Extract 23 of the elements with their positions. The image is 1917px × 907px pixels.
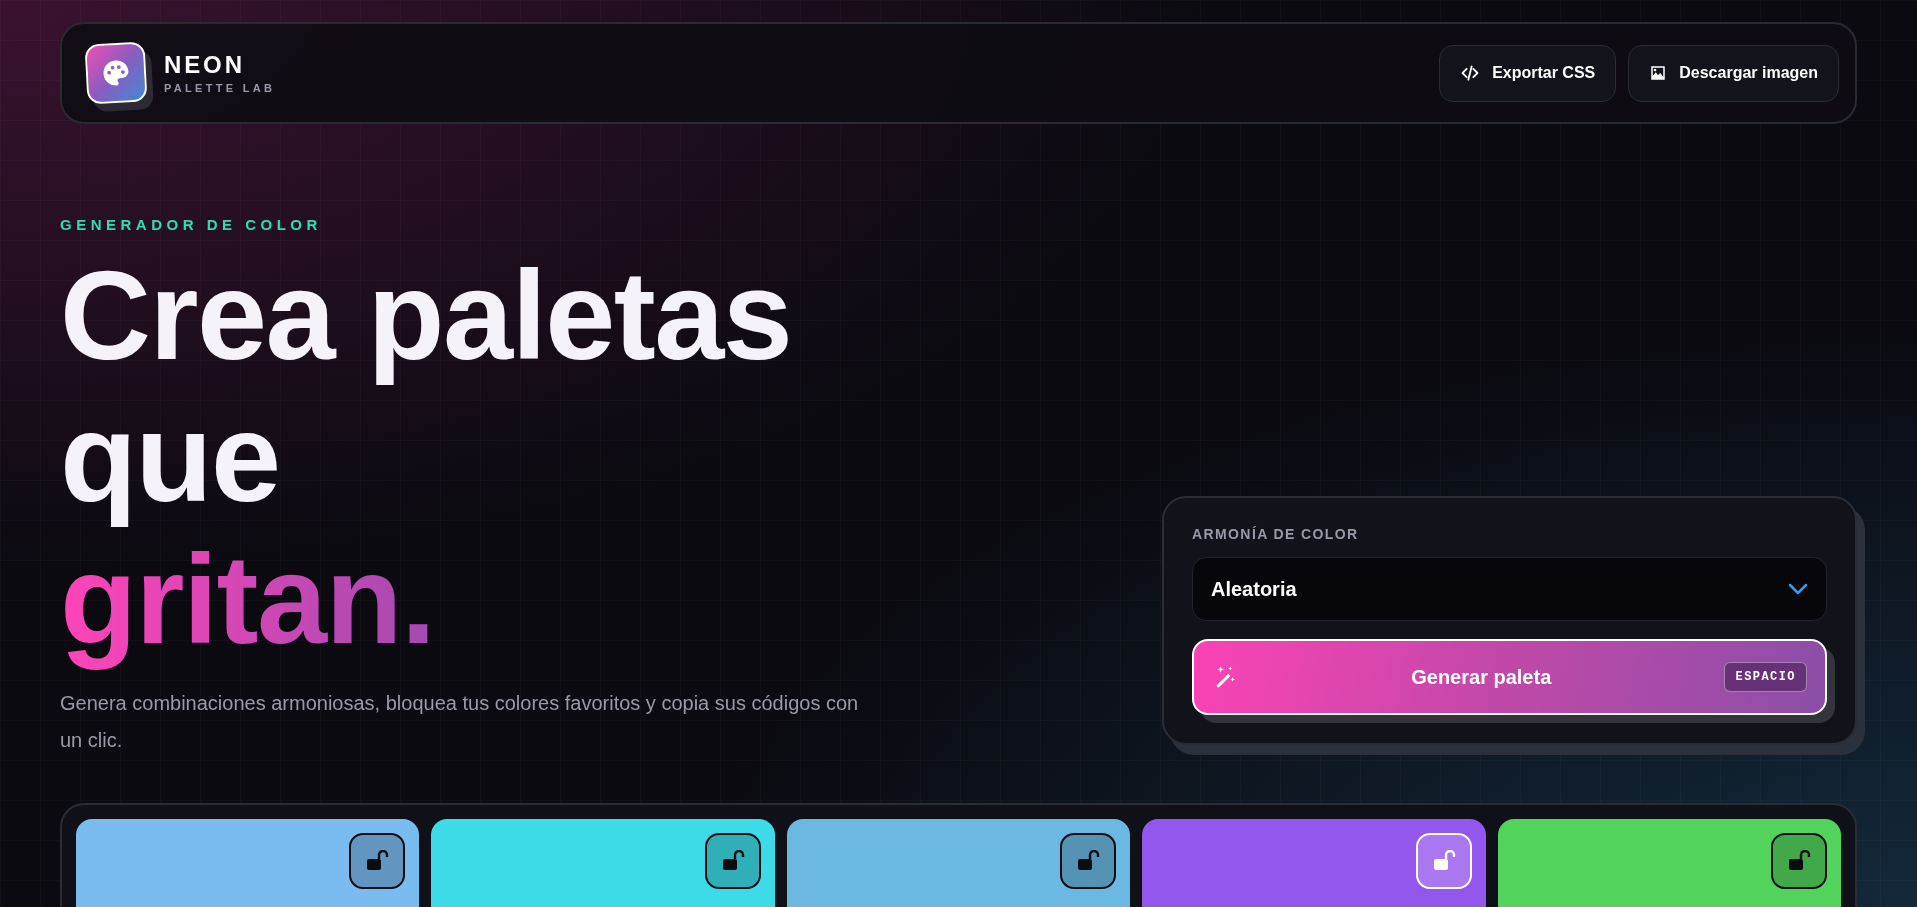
code-icon [1460,63,1481,83]
shortcut-key: ESPACIO [1724,661,1807,692]
unlocked-padlock-icon [1787,849,1811,872]
unlocked-padlock-icon [1076,849,1101,872]
harmony-label: ARMONÍA DE COLOR [1192,524,1360,544]
unlock-button[interactable] [1771,832,1827,889]
download-image-button[interactable]: Descargar imagen [1628,44,1839,102]
brand-name: NEON [164,49,246,80]
unlocked-padlock-icon [365,849,390,872]
unlocked-padlock-icon [1431,849,1456,872]
unlocked-padlock-icon [720,849,745,872]
headline-text: Crea paletas [60,244,793,387]
unlock-button[interactable] [1060,832,1117,889]
image-icon [1649,64,1668,82]
headline-text: que [60,386,281,529]
hero-description: Genera combinaciones armoniosas, bloquea tus colores favoritos y copia sus códigos con un clic. [60,690,860,753]
unlock-button[interactable] [349,832,406,889]
brand-tagline: PALETTE LAB [164,80,276,96]
unlock-button[interactable] [704,832,761,889]
chevron-down-icon [1788,582,1808,595]
harmony-select[interactable]: Aleatoria [1192,556,1827,621]
export-css-button[interactable]: Exportar CSS [1439,44,1617,102]
eyebrow-label: GENERADOR DE COLOR [60,215,323,235]
